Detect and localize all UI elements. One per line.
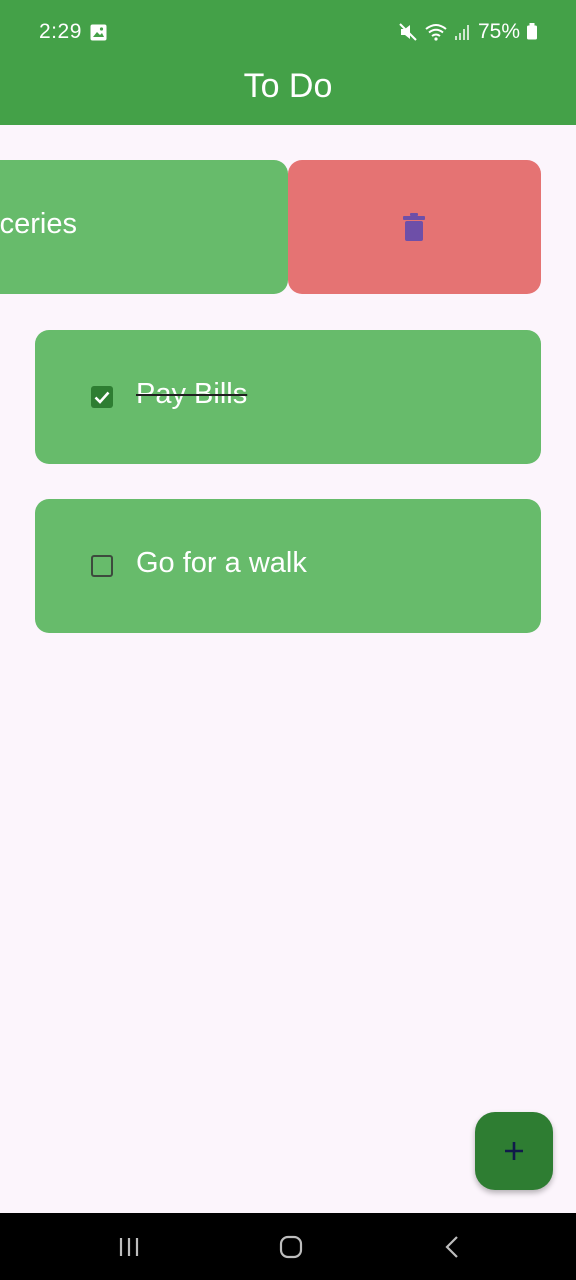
- gallery-icon: [90, 24, 107, 41]
- screen: 2:29 75% To Do ceries Pay Bills Go for a…: [0, 0, 576, 1280]
- mute-icon: [399, 23, 417, 41]
- wifi-icon: [425, 24, 447, 41]
- todo-checkbox[interactable]: [91, 555, 113, 577]
- recents-icon[interactable]: [113, 1231, 145, 1263]
- todo-item-swiped[interactable]: ceries: [0, 160, 288, 294]
- status-indicators: 75%: [398, 20, 538, 44]
- todo-item[interactable]: Go for a walk: [35, 499, 541, 633]
- todo-label: Pay Bills: [136, 378, 248, 410]
- plus-icon: [505, 1142, 523, 1160]
- back-icon[interactable]: [437, 1231, 469, 1263]
- system-navigation-bar: [0, 1213, 576, 1280]
- status-bar: 2:29 75%: [0, 0, 576, 64]
- page-title: To Do: [243, 67, 333, 105]
- todo-checkbox-checked[interactable]: [91, 386, 113, 408]
- add-todo-button[interactable]: [475, 1112, 553, 1190]
- home-icon[interactable]: [275, 1231, 307, 1263]
- signal-icon: [454, 25, 469, 40]
- status-time: 2:29: [39, 20, 82, 43]
- top-app-bar: 2:29 75% To Do: [0, 0, 576, 125]
- todo-item[interactable]: Pay Bills: [35, 330, 541, 464]
- battery-icon: [527, 23, 537, 40]
- battery-percentage: 75%: [477, 20, 520, 43]
- delete-swipe-action[interactable]: [288, 160, 541, 294]
- todo-label: Go for a walk: [136, 547, 307, 579]
- trash-icon: [403, 213, 425, 241]
- todo-label: ceries: [0, 208, 77, 240]
- check-icon: [94, 391, 110, 404]
